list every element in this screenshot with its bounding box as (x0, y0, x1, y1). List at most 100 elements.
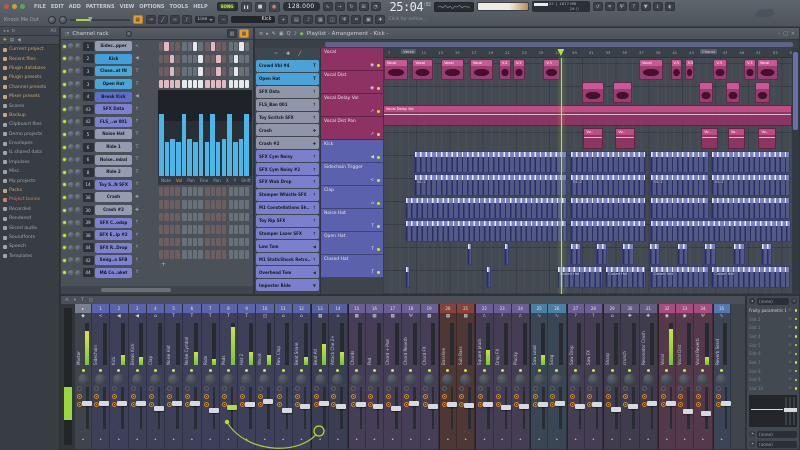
titlebar-tool-icon-3[interactable]: ? (629, 2, 639, 11)
stereo-knob[interactable] (77, 386, 82, 391)
menu-add[interactable]: ADD (69, 4, 81, 10)
step-cell[interactable] (170, 200, 174, 209)
step-cell[interactable] (222, 200, 226, 209)
graph-editor-toggle[interactable]: ▥ (227, 29, 237, 38)
stereo-knob[interactable] (459, 386, 464, 391)
audio-clip[interactable]: V.3 (543, 59, 560, 80)
eq-knob[interactable] (404, 394, 409, 399)
playlist-tool-icon-2[interactable]: ✎ (272, 31, 276, 37)
mute-led[interactable] (683, 369, 686, 372)
pan-knob[interactable] (442, 374, 453, 385)
velocity-bar[interactable] (165, 142, 170, 176)
step-cell[interactable] (229, 80, 233, 89)
stereo-knob[interactable] (423, 386, 428, 391)
step-cell[interactable] (211, 225, 215, 234)
mixer-strip-beat-snare[interactable]: 12⌂Beat Snare·▴ (293, 304, 311, 449)
browser-nav-icon-1[interactable]: ▸ (7, 29, 9, 34)
audio-clip[interactable]: Vocal (384, 59, 409, 80)
step-cell[interactable] (245, 250, 249, 259)
main-volume-knob[interactable] (48, 16, 56, 24)
eq-knob[interactable] (550, 394, 555, 399)
eq-knob[interactable] (423, 402, 428, 407)
playlist-track-sidechain-trigger[interactable]: Sidechain Trigger< (321, 163, 383, 186)
channel-button-noise-hat[interactable]: Noise Hat (95, 129, 132, 139)
step-cell[interactable] (234, 250, 238, 259)
snap-selector[interactable]: Line (195, 16, 216, 23)
stereo-knob[interactable] (222, 386, 227, 391)
channel-enable-led[interactable] (63, 133, 66, 136)
panel-toggle-icon-7[interactable]: ✚ (375, 15, 385, 24)
step-cell[interactable] (229, 213, 233, 222)
volume-fader[interactable] (611, 407, 621, 412)
channel-pan-knob[interactable] (68, 220, 74, 226)
step-cell[interactable] (234, 200, 238, 209)
step-cell[interactable] (205, 200, 209, 209)
volume-fader[interactable] (391, 406, 401, 411)
step-cell[interactable] (234, 187, 238, 196)
channel-pan-knob[interactable] (68, 194, 74, 200)
stereo-knob[interactable] (533, 386, 538, 391)
channel-volume-knob[interactable] (75, 169, 81, 175)
step-cell[interactable] (188, 42, 192, 51)
step-cell[interactable] (193, 187, 197, 196)
pan-knob[interactable] (369, 374, 380, 385)
step-cell[interactable] (245, 67, 249, 76)
step-cell[interactable] (239, 42, 243, 51)
send-switch[interactable]: ▴ (129, 435, 146, 444)
graph-tab-note-0[interactable]: Note (161, 178, 171, 183)
send-switch[interactable]: ▴ (293, 435, 310, 444)
pattern-clip[interactable] (650, 220, 790, 242)
send-switch[interactable]: ▴ (256, 435, 273, 444)
step-cell[interactable] (188, 80, 192, 89)
playlist-timeline[interactable]: 7911131517192123252729313335373941434547… (383, 48, 792, 58)
titlebar-tool-icon-5[interactable]: ⇓ (653, 2, 663, 11)
pan-knob[interactable] (460, 374, 471, 385)
edit-mode-icon-0[interactable]: → (146, 15, 156, 24)
fx-slot-knob[interactable] (788, 351, 793, 356)
mixer-strip-square-pluck[interactable]: 22⎍Square pluck·▴ (475, 304, 493, 449)
playlist-menu-diamond[interactable]: ◆ (300, 31, 304, 37)
step-cell[interactable] (164, 187, 168, 196)
mute-led[interactable] (245, 369, 248, 372)
send-switch[interactable]: ▴ (275, 435, 292, 444)
pattern-clip[interactable] (711, 151, 790, 173)
send-switch[interactable]: ▴ (421, 435, 438, 444)
channel-pan-knob[interactable] (68, 68, 74, 74)
step-cell[interactable] (188, 55, 192, 64)
picker-item-open-hat[interactable]: Open HatT (256, 73, 319, 85)
eq-knob[interactable] (606, 394, 611, 399)
channel-pan-knob[interactable] (68, 270, 74, 276)
send-switch[interactable]: ▴ (531, 435, 547, 444)
step-cell[interactable] (170, 67, 174, 76)
browser-item-il-shared-data[interactable]: IL shared data (0, 148, 59, 157)
pan-knob[interactable] (405, 374, 416, 385)
step-cell[interactable] (245, 80, 249, 89)
volume-fader[interactable] (190, 401, 200, 406)
channel-pan-knob[interactable] (68, 56, 74, 62)
step-cell[interactable] (159, 80, 163, 89)
eq-knob[interactable] (331, 394, 336, 399)
step-cell[interactable] (211, 213, 215, 222)
step-cell[interactable] (182, 187, 186, 196)
close-icon[interactable]: × (791, 31, 795, 37)
step-cell[interactable] (222, 225, 226, 234)
send-switch[interactable]: ▴ (402, 435, 419, 444)
stereo-knob[interactable] (606, 386, 611, 391)
step-cell[interactable] (205, 80, 209, 89)
step-cell[interactable] (182, 238, 186, 247)
browser-toolbar-icon-0[interactable]: ✚ (3, 38, 7, 43)
mixer-strip-kick[interactable]: 2◀Kick·▴ (110, 304, 128, 449)
audio-clip[interactable] (755, 82, 770, 103)
step-cell[interactable] (164, 42, 168, 51)
pattern-clip[interactable] (649, 243, 660, 265)
step-cell[interactable] (229, 200, 233, 209)
channel-button-open-hat[interactable]: Open Hat (95, 79, 132, 89)
send-switch[interactable]: ▴ (440, 435, 456, 444)
channel-enable-led[interactable] (63, 183, 66, 186)
pattern-clip[interactable]: Closed Hat (711, 266, 790, 288)
eq-knob[interactable] (351, 402, 356, 407)
picker-item-crowd-vbl-4[interactable]: Crowd Vbl #4T (256, 60, 319, 72)
audio-clip[interactable] (613, 82, 632, 103)
stereo-knob[interactable] (112, 386, 117, 391)
stereo-knob[interactable] (331, 386, 336, 391)
